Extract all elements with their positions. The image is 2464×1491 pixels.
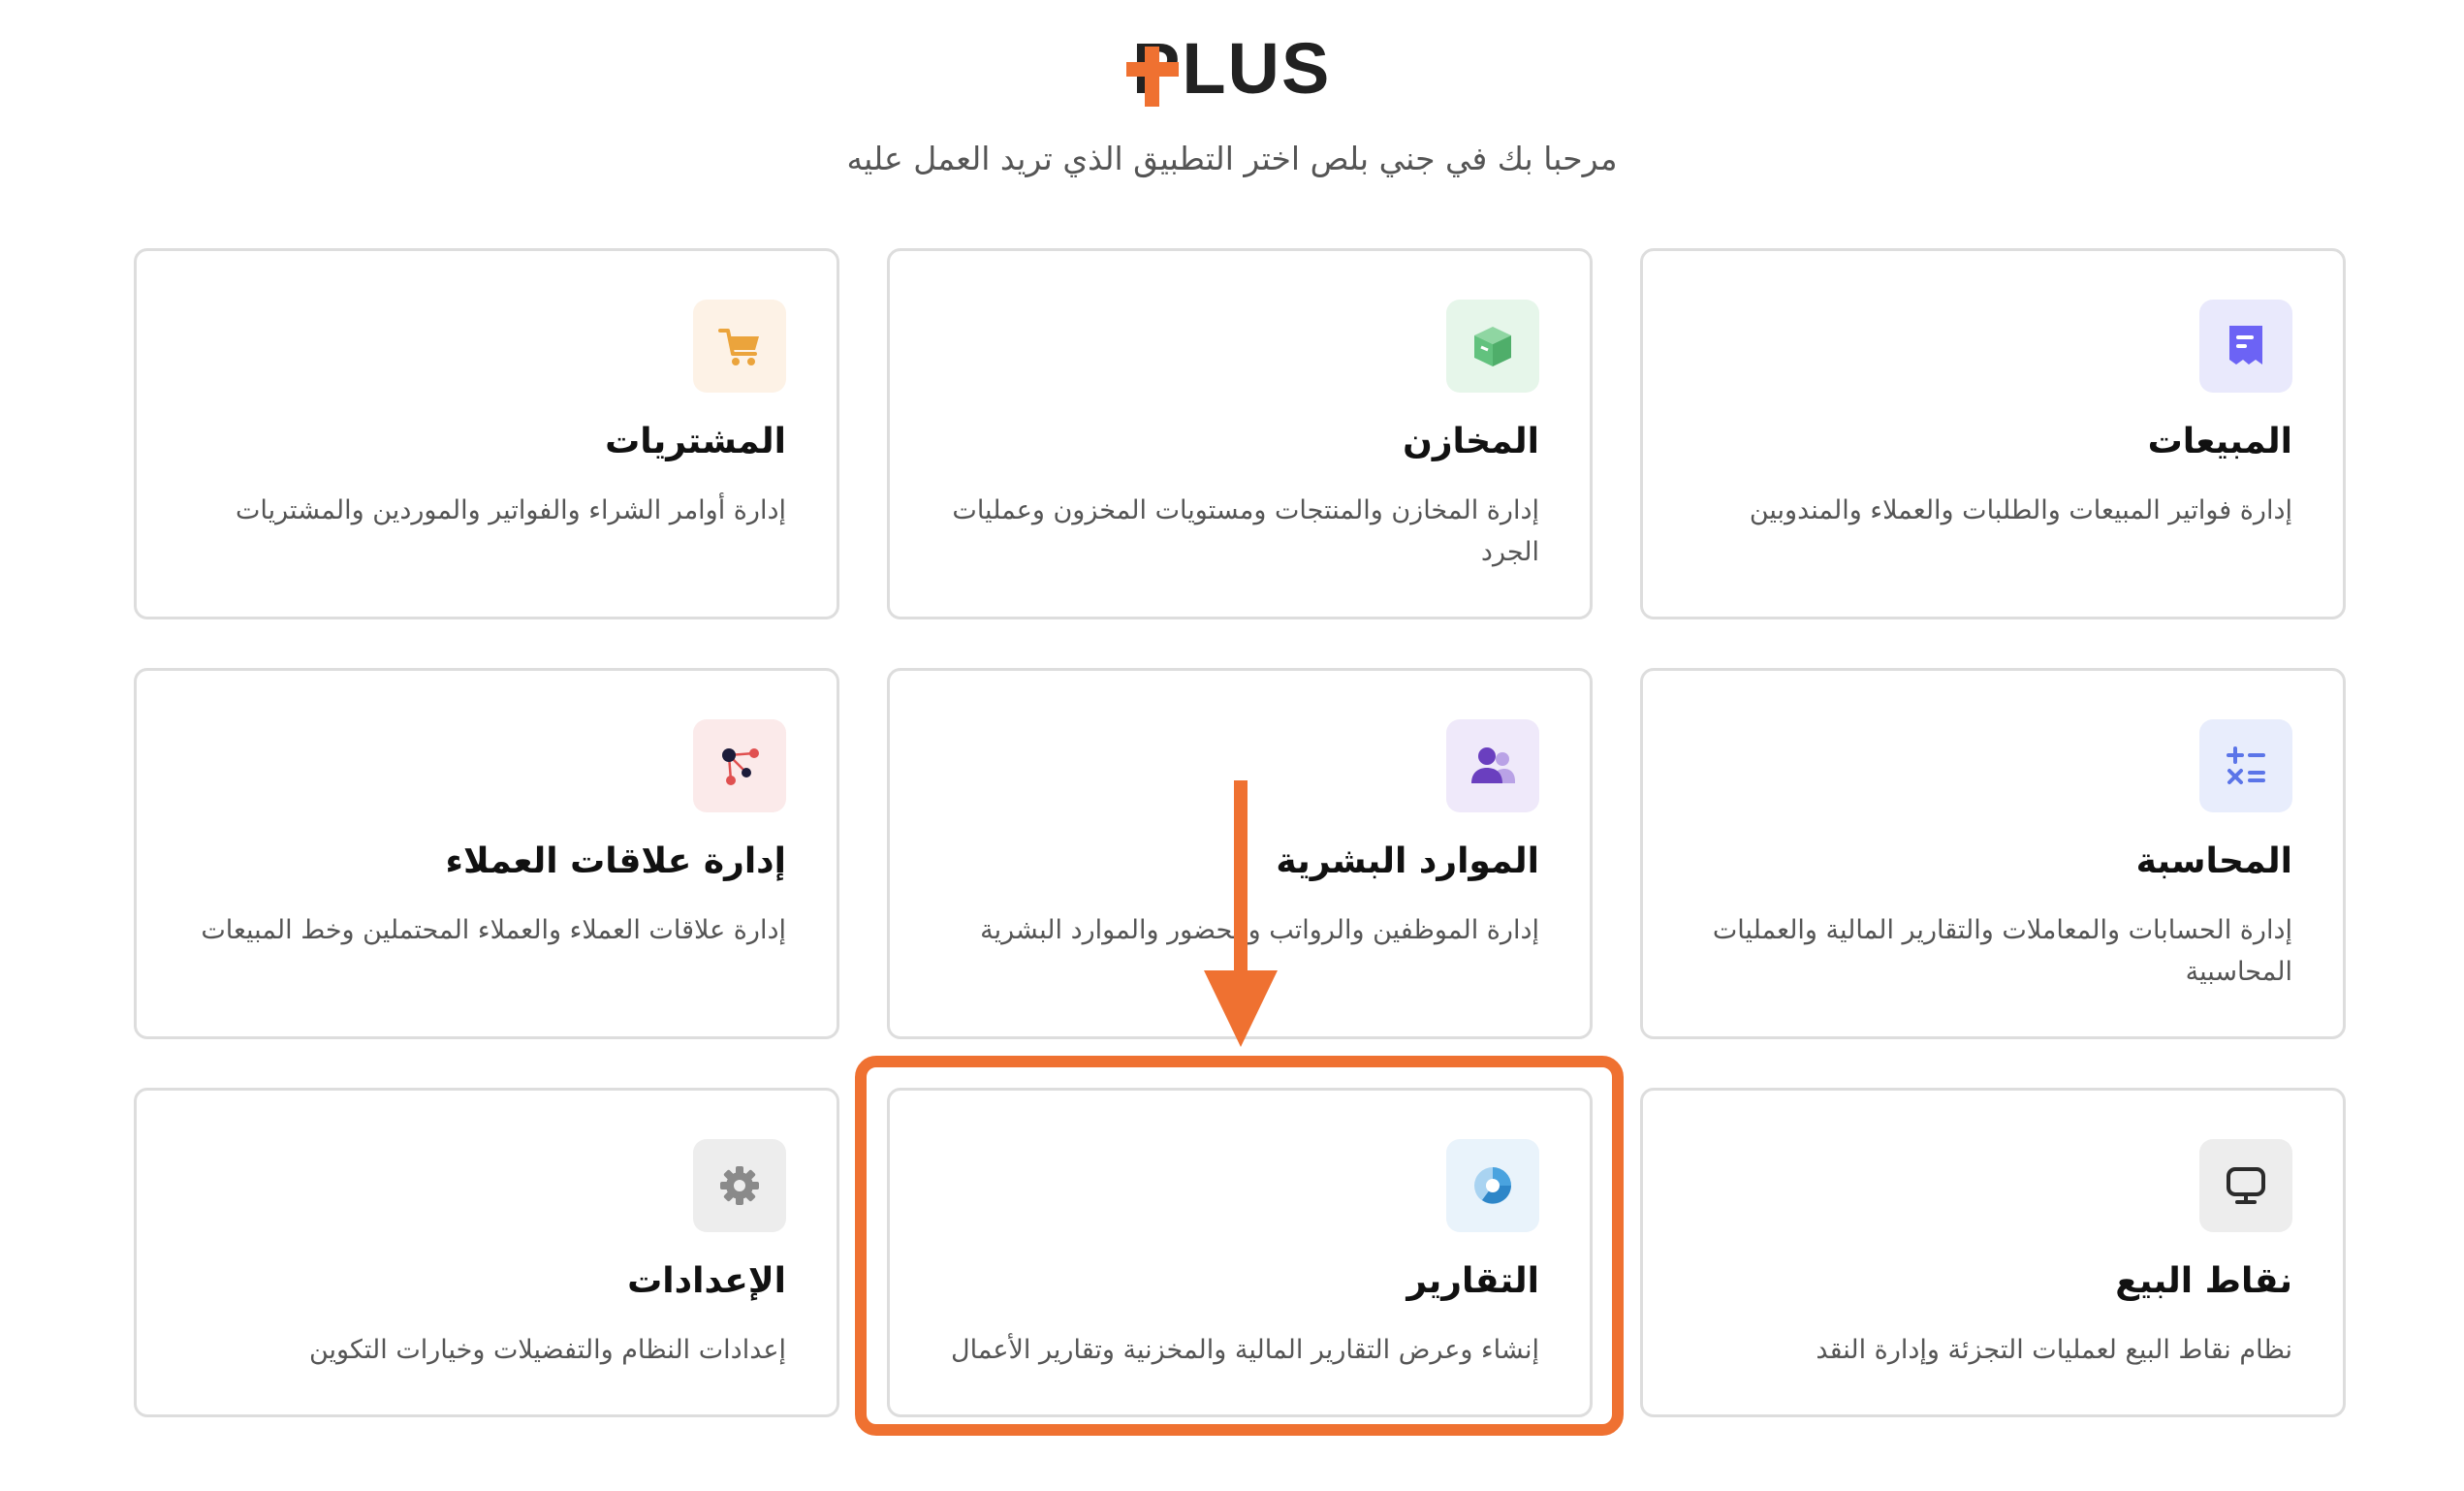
app-title: إدارة علاقات العملاء [445, 841, 786, 881]
app-description: إعدادات النظام والتفضيلات وخيارات التكوي… [308, 1335, 786, 1365]
receipt-icon [2229, 326, 2262, 365]
app-card-sales[interactable]: المبيعات إدارة فواتير المبيعات والطلبات … [1640, 248, 2346, 619]
warehouses-icon-box [1446, 300, 1539, 393]
calculator-icon [2227, 746, 2265, 784]
shopping-cart-icon [718, 329, 759, 365]
app-title: المشتريات [605, 422, 786, 461]
app-card-accounting[interactable]: المحاسبة إدارة الحسابات والمعاملات والتق… [1640, 668, 2346, 1039]
gear-icon [720, 1166, 759, 1205]
app-card-warehouses[interactable]: المخازن إدارة المخازن والمنتجات ومستويات… [887, 248, 1593, 619]
app-description: إدارة الحسابات والمعاملات والتقارير الما… [1712, 915, 2292, 987]
app-description: إدارة المخازن والمنتجات ومستويات المخزون… [952, 495, 1539, 567]
app-description: إدارة علاقات العملاء والعملاء المحتملين … [201, 915, 786, 945]
pos-icon-box [2199, 1139, 2292, 1232]
pie-chart-icon [1474, 1167, 1511, 1204]
accounting-icon-box [2199, 719, 2292, 812]
hr-icon-box [1446, 719, 1539, 812]
annotation-arrow [1204, 780, 1278, 1047]
settings-icon-box [693, 1139, 786, 1232]
app-title: نقاط البيع [2115, 1261, 2292, 1301]
app-title: الإعدادات [627, 1261, 786, 1301]
app-title: المبيعات [2147, 422, 2292, 461]
app-card-crm[interactable]: إدارة علاقات العملاء إدارة علاقات العملا… [134, 668, 839, 1039]
purchases-icon-box [693, 300, 786, 393]
app-card-purchases[interactable]: المشتريات إدارة أوامر الشراء والفواتير و… [134, 248, 839, 619]
app-card-pos[interactable]: نقاط البيع نظام نقاط البيع لعمليات التجز… [1640, 1088, 2346, 1417]
app-description: إدارة فواتير المبيعات والطلبات والعملاء … [1749, 495, 2292, 525]
monitor-icon [2227, 1167, 2265, 1204]
app-title: المخازن [1403, 422, 1539, 461]
app-title: التقارير [1406, 1261, 1539, 1301]
app-description: إنشاء وعرض التقارير المالية والمخزنية وت… [950, 1335, 1539, 1365]
app-card-settings[interactable]: الإعدادات إعدادات النظام والتفضيلات وخيا… [134, 1088, 839, 1417]
plus-logo: PLUS [1126, 29, 1329, 109]
network-icon [722, 748, 759, 785]
reports-icon-box [1446, 1139, 1539, 1232]
users-icon [1471, 747, 1515, 783]
app-card-reports[interactable]: التقارير إنشاء وعرض التقارير المالية وال… [887, 1088, 1593, 1417]
box-icon [1474, 327, 1511, 366]
sales-icon-box [2199, 300, 2292, 393]
crm-icon-box [693, 719, 786, 812]
logo-plus-vertical [1145, 47, 1159, 107]
app-title: المحاسبة [2135, 841, 2292, 881]
app-description: نظام نقاط البيع لعمليات التجزئة وإدارة ا… [1816, 1335, 2292, 1365]
app-description: إدارة أوامر الشراء والفواتير والموردين و… [236, 495, 786, 525]
welcome-text: مرحبا بك في جني بلص اختر التطبيق الذي تر… [846, 140, 1618, 177]
